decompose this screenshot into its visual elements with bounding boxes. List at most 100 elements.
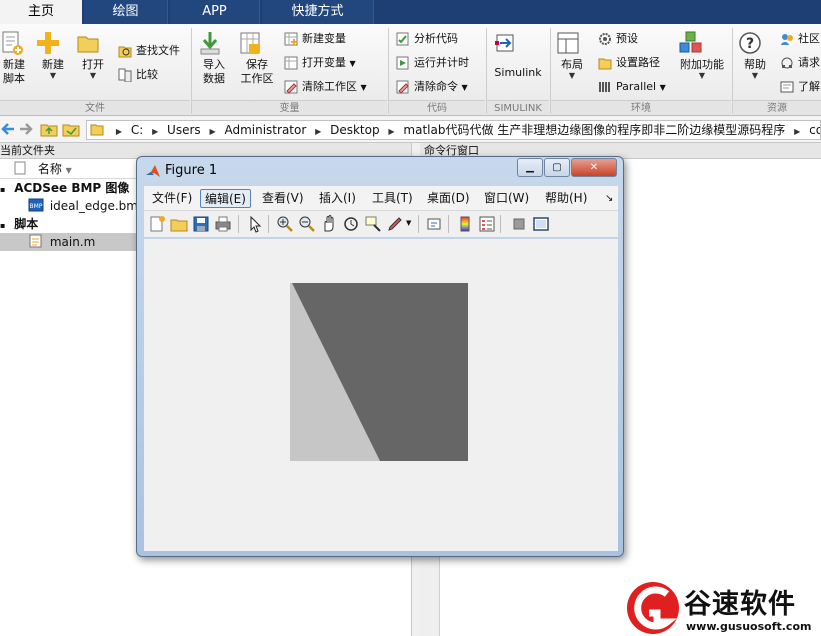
maximize-button[interactable]: ▢ — [544, 158, 570, 177]
figure-title: Figure 1 — [165, 163, 218, 178]
breadcrumb-code[interactable]: code — [809, 121, 820, 139]
run-and-time-label: 运行并计时 — [414, 56, 469, 69]
dock-arrow-icon[interactable]: ↘ — [605, 189, 613, 208]
preferences-button[interactable]: 预设 — [598, 30, 638, 48]
support-icon — [780, 56, 794, 70]
open-file-icon[interactable] — [170, 215, 188, 233]
breadcrumb-users[interactable]: Users — [167, 121, 201, 139]
name-column-header[interactable]: 名称 — [38, 162, 62, 176]
open-button[interactable]: 打开 ▼ — [76, 30, 110, 80]
menu-tools[interactable]: 工具(T) — [372, 189, 413, 208]
file-group-title: 文件 — [0, 100, 190, 115]
open-variable-button[interactable]: 打开变量 ▼ — [284, 54, 356, 72]
simulink-button[interactable]: Simulink — [492, 30, 544, 80]
import-arrow-icon — [198, 30, 230, 56]
address-bar: ▶ C: ▶ Users ▶ Administrator ▶ Desktop ▶… — [0, 117, 821, 143]
figure-image-plot[interactable] — [144, 239, 618, 551]
menu-edit[interactable]: 编辑(E) — [200, 189, 251, 208]
current-folder-title: 当前文件夹 — [0, 144, 55, 157]
menu-insert[interactable]: 插入(I) — [319, 189, 356, 208]
menu-help[interactable]: 帮助(H) — [545, 189, 587, 208]
close-button[interactable]: ✕ — [571, 158, 617, 177]
open-variable-icon — [284, 56, 298, 70]
breadcrumb-drive[interactable]: C: — [131, 121, 143, 139]
hide-plot-tools-icon[interactable] — [510, 215, 528, 233]
current-path-field[interactable]: ▶ C: ▶ Users ▶ Administrator ▶ Desktop ▶… — [86, 120, 821, 140]
figure-canvas[interactable] — [144, 239, 618, 551]
save-workspace-button[interactable]: 保存 工作区 — [238, 30, 276, 86]
clear-workspace-button[interactable]: 清除工作区 ▼ — [284, 78, 367, 96]
resources-group-title: 资源 — [733, 100, 821, 115]
menu-window[interactable]: 窗口(W) — [484, 189, 529, 208]
find-files-button[interactable]: 查找文件 — [118, 42, 180, 60]
folder-icon — [90, 122, 104, 139]
svg-text:?: ? — [746, 36, 754, 52]
breadcrumb-administrator[interactable]: Administrator — [224, 121, 306, 139]
close-icon: ✕ — [589, 162, 599, 173]
run-and-time-button[interactable]: 运行并计时 — [396, 54, 469, 72]
learn-matlab-button[interactable]: 了解 — [780, 78, 820, 96]
minimize-button[interactable]: ▁ — [517, 158, 543, 177]
new-variable-label: 新建变量 — [302, 32, 346, 45]
layout-button[interactable]: 布局 ▼ — [556, 30, 588, 80]
pan-hand-icon[interactable] — [320, 215, 338, 233]
legend-icon[interactable] — [478, 215, 496, 233]
folder-up-icon[interactable] — [40, 121, 58, 140]
compare-icon — [118, 68, 132, 82]
menu-file[interactable]: 文件(F) — [152, 189, 192, 208]
set-path-label: 设置路径 — [616, 56, 660, 69]
save-icon[interactable] — [192, 215, 210, 233]
new-script-button[interactable]: 新建 脚本 — [0, 30, 28, 86]
clear-workspace-label: 清除工作区 — [302, 80, 357, 93]
pointer-icon[interactable] — [246, 215, 264, 233]
addons-button[interactable]: 附加功能 ▼ — [678, 30, 726, 80]
forward-arrow-icon[interactable] — [18, 121, 34, 140]
link-plot-icon[interactable] — [426, 215, 444, 233]
print-icon[interactable] — [214, 215, 232, 233]
import-data-button[interactable]: 导入 数据 — [198, 30, 230, 86]
clear-commands-button[interactable]: 清除命令 ▼ — [396, 78, 468, 96]
community-button[interactable]: 社区 — [780, 30, 820, 48]
zoom-in-icon[interactable] — [276, 215, 294, 233]
simulink-icon — [492, 30, 544, 56]
show-plot-tools-icon[interactable] — [532, 215, 550, 233]
save-workspace-label: 保存 工作区 — [240, 58, 274, 85]
new-script-icon — [0, 30, 28, 56]
figure-window[interactable]: Figure 1 ▁ ▢ ✕ 文件(F) 编辑(E) 查看(V) 插入(I) 工… — [136, 156, 624, 557]
parallel-button[interactable]: Parallel ▼ — [598, 78, 666, 96]
request-support-button[interactable]: 请求 — [780, 54, 820, 72]
rotate-3d-icon[interactable] — [342, 215, 360, 233]
chevron-down-icon: ▼ — [751, 71, 759, 80]
tab-plots[interactable]: 绘图 — [84, 0, 168, 24]
clear-commands-label: 清除命令 — [414, 80, 458, 93]
help-button[interactable]: ? 帮助 ▼ — [738, 30, 772, 80]
breadcrumb-desktop[interactable]: Desktop — [330, 121, 380, 139]
preferences-label: 预设 — [616, 32, 638, 45]
path-separator-icon: ▶ — [388, 127, 395, 136]
chevron-down-icon[interactable]: ▼ — [406, 219, 411, 227]
back-arrow-icon[interactable] — [0, 121, 16, 140]
browse-folder-icon[interactable] — [62, 121, 80, 140]
tab-shortcuts[interactable]: 快捷方式 — [262, 0, 374, 24]
run-time-icon — [396, 56, 410, 70]
new-button[interactable]: 新建 ▼ — [36, 30, 70, 80]
compare-button[interactable]: 比较 — [118, 66, 158, 84]
set-path-button[interactable]: 设置路径 — [598, 54, 660, 72]
chevron-down-icon: ▼ — [698, 71, 706, 80]
tab-bar: 主页 绘图 APP 快捷方式 — [0, 0, 821, 24]
new-figure-icon[interactable] — [148, 215, 166, 233]
analyze-code-button[interactable]: 分析代码 — [396, 30, 458, 48]
tab-apps[interactable]: APP — [170, 0, 260, 24]
data-cursor-icon[interactable] — [364, 215, 382, 233]
colorbar-icon[interactable] — [456, 215, 474, 233]
tab-home[interactable]: 主页 — [0, 0, 82, 24]
menu-desktop[interactable]: 桌面(D) — [427, 189, 470, 208]
breadcrumb-project[interactable]: matlab代码代做 生产非理想边缘图像的程序即非二阶边缘模型源码程序 — [403, 121, 785, 139]
variable-group-title: 变量 — [192, 100, 387, 115]
zoom-out-icon[interactable] — [298, 215, 316, 233]
brush-icon[interactable] — [386, 215, 404, 233]
code-group-title: 代码 — [389, 100, 485, 115]
menu-view[interactable]: 查看(V) — [262, 189, 304, 208]
new-variable-button[interactable]: 新建变量 — [284, 30, 346, 48]
chevron-down-icon: ▼ — [461, 83, 468, 92]
